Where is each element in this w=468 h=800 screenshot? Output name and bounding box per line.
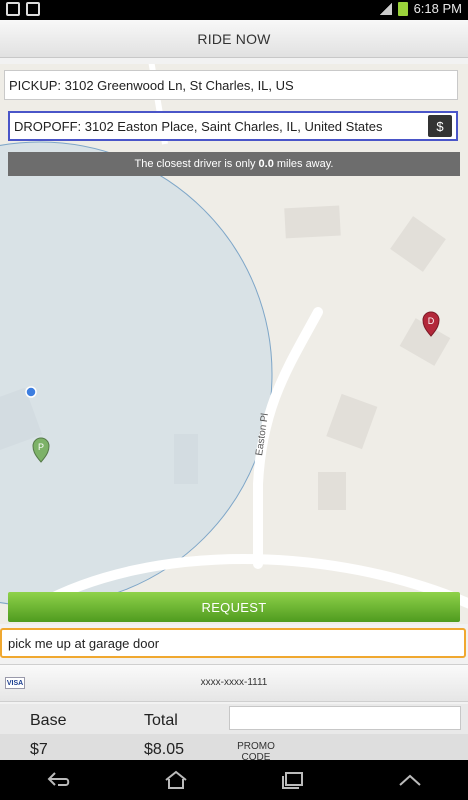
dropoff-text: DROPOFF: 3102 Easton Place, Saint Charle… [14,118,383,134]
pickup-pin-letter: P [38,442,44,452]
pickup-note-input[interactable]: pick me up at garage door [0,628,466,658]
pickup-text: PICKUP: 3102 Greenwood Ln, St Charles, I… [9,77,294,93]
total-label: Total [144,712,178,729]
clock: 6:18 PM [413,1,462,16]
notification-icon [6,2,20,16]
recent-apps-icon[interactable] [273,765,313,795]
notice-suffix: miles away. [276,158,334,170]
cash-icon[interactable]: $ [428,115,452,137]
signal-icon [379,2,392,15]
driver-radius-circle [0,141,273,607]
building [284,205,341,239]
home-icon[interactable] [156,765,196,795]
dropoff-pin-letter: D [428,316,435,326]
building [326,393,378,450]
request-label: REQUEST [201,599,267,615]
pickup-field[interactable]: PICKUP: 3102 Greenwood Ln, St Charles, I… [4,70,458,100]
building [390,216,446,272]
dropoff-field[interactable]: DROPOFF: 3102 Easton Place, Saint Charle… [8,111,458,141]
promo-code-input[interactable] [229,706,461,730]
back-icon[interactable] [39,765,79,795]
page-title: RIDE NOW [197,30,271,47]
total-value: $8.05 [144,741,185,758]
notice-distance: 0.0 [258,158,274,170]
battery-icon [397,1,408,16]
current-location-icon [25,386,37,398]
base-value: $7 [30,741,48,758]
building [318,472,346,510]
request-button[interactable]: REQUEST [8,592,460,622]
status-bar: 6:18 PM [0,0,468,20]
card-number: xxxx-xxxx-1111 [200,677,268,688]
title-bar: RIDE NOW [0,20,468,58]
map-view[interactable]: Easton Pl P D [0,64,468,624]
notice-prefix: The closest driver is only [134,158,256,170]
briefcase-icon [26,2,40,16]
pickup-note-value: pick me up at garage door [8,635,160,651]
nav-bar [0,760,468,800]
chevron-up-icon[interactable] [390,765,430,795]
payment-row[interactable]: VISA xxxx-xxxx-1111 [0,664,468,702]
base-label: Base [30,712,67,729]
driver-distance-notice: The closest driver is only 0.0 miles awa… [8,152,460,176]
